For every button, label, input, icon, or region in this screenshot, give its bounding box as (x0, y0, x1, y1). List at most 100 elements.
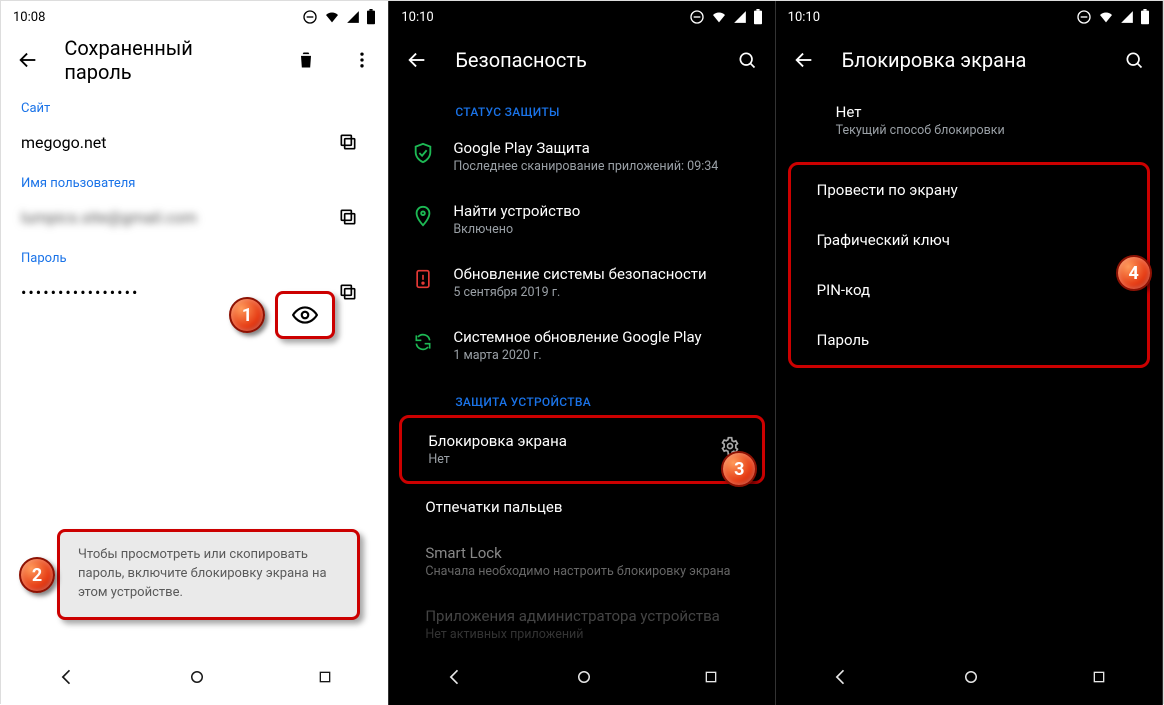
nav-home-button[interactable] (188, 668, 206, 690)
setting-title: Google Play Защита (453, 139, 718, 157)
setting-subtitle: Сначала необходимо настроить блокировку … (425, 564, 730, 579)
section-status-label: СТАТУС ЗАЩИТЫ (389, 87, 774, 125)
nav-back-button[interactable] (57, 667, 77, 691)
back-button[interactable] (9, 40, 46, 80)
eye-icon (292, 302, 318, 328)
navbar (389, 653, 774, 705)
setting-subtitle: Нет (428, 452, 567, 467)
battery-icon (753, 9, 763, 25)
page-title: Блокировка экрана (842, 48, 1027, 72)
wifi-icon (711, 9, 727, 25)
nav-back-button[interactable] (831, 667, 851, 691)
statusbar: 10:10 (776, 1, 1162, 33)
statusbar: 10:10 (389, 1, 774, 33)
wifi-icon (324, 9, 340, 25)
lock-option-pin[interactable]: PIN-код (791, 265, 1147, 315)
site-value[interactable]: megogo.net (21, 133, 107, 152)
lock-option-pattern[interactable]: Графический ключ (791, 215, 1147, 265)
dnd-icon (689, 9, 705, 25)
signal-icon (1120, 10, 1134, 24)
setting-subtitle: 1 марта 2020 г. (453, 348, 701, 363)
toast-message: Чтобы просмотреть или скопировать пароль… (57, 529, 360, 620)
content: СТАТУС ЗАЩИТЫ Google Play Защита Последне… (389, 87, 774, 705)
nav-home-button[interactable] (575, 668, 593, 690)
setting-title: Приложения администратора устройства (425, 607, 720, 625)
nav-back-button[interactable] (445, 667, 465, 691)
page-title: Сохраненный пароль (64, 36, 251, 84)
setting-google-play-protect[interactable]: Google Play Защита Последнее сканирование… (389, 125, 774, 188)
content: Нет Текущий способ блокировки Провести п… (776, 87, 1162, 653)
status-time: 10:10 (788, 10, 820, 25)
option-title: Провести по экрану (817, 181, 958, 199)
update-icon (413, 332, 433, 352)
search-icon (737, 50, 757, 70)
setting-title: Обновление системы безопасности (453, 265, 706, 283)
setting-subtitle: Последнее сканирование приложений: 09:34 (453, 159, 718, 174)
location-icon (412, 205, 434, 227)
signal-icon (733, 10, 747, 24)
annotation-marker-2: 2 (19, 557, 55, 593)
battery-icon (1140, 9, 1150, 25)
setting-title: Системное обновление Google Play (453, 328, 701, 346)
section-device-label: ЗАЩИТА УСТРОЙСТВА (389, 377, 774, 415)
appbar: Сохраненный пароль (1, 33, 388, 87)
site-label: Сайт (21, 101, 368, 116)
annotation-marker-1: 1 (229, 297, 265, 333)
nav-home-button[interactable] (962, 668, 980, 690)
nav-recent-button[interactable] (317, 669, 333, 689)
username-value[interactable]: lumpics.site@gmail.com (21, 208, 197, 227)
signal-icon (346, 10, 360, 24)
setting-subtitle: Нет активных приложений (425, 627, 720, 642)
overflow-menu-button[interactable] (343, 40, 380, 80)
page-title: Безопасность (455, 48, 587, 72)
appbar: Блокировка экрана (776, 33, 1162, 87)
navbar (1, 653, 388, 705)
back-button[interactable] (397, 40, 437, 80)
nav-recent-button[interactable] (703, 669, 719, 689)
setting-title: Отпечатки пальцев (425, 498, 562, 516)
password-value: •••••••••••••••• (21, 283, 139, 302)
statusbar: 10:08 (1, 1, 388, 33)
option-subtitle: Текущий способ блокировки (836, 123, 1140, 138)
dnd-icon (302, 9, 318, 25)
setting-find-device[interactable]: Найти устройство Включено (389, 188, 774, 251)
back-button[interactable] (784, 40, 824, 80)
nav-recent-button[interactable] (1091, 669, 1107, 689)
delete-button[interactable] (288, 40, 325, 80)
option-title: Нет (836, 103, 1140, 121)
appbar: Безопасность (389, 33, 774, 87)
lock-option-swipe[interactable]: Провести по экрану (791, 165, 1147, 215)
setting-title: Smart Lock (425, 544, 730, 562)
password-label: Пароль (21, 251, 368, 266)
dnd-icon (1076, 9, 1092, 25)
shield-check-icon (412, 142, 434, 164)
option-title: Пароль (817, 331, 870, 349)
search-button[interactable] (1114, 40, 1154, 80)
setting-title: Блокировка экрана (428, 432, 567, 450)
setting-subtitle: 5 сентября 2019 г. (453, 285, 706, 300)
username-label: Имя пользователя (21, 176, 368, 191)
setting-fingerprints[interactable]: Отпечатки пальцев (389, 484, 774, 530)
copy-username-button[interactable] (328, 197, 368, 237)
wifi-icon (1098, 9, 1114, 25)
phone-security-settings: 10:10 Безопасность СТАТУС ЗАЩИТЫ Google … (388, 1, 775, 705)
setting-smart-lock: Smart Lock Сначала необходимо настроить б… (389, 530, 774, 593)
battery-icon (366, 9, 376, 25)
setting-gp-system-update[interactable]: Системное обновление Google Play 1 марта … (389, 314, 774, 377)
setting-screen-lock[interactable]: Блокировка экрана Нет (402, 418, 761, 481)
lock-option-none[interactable]: Нет Текущий способ блокировки (776, 87, 1162, 154)
search-icon (1124, 50, 1144, 70)
status-time: 10:08 (13, 10, 45, 25)
highlight-lock-options: Провести по экрану Графический ключ PIN-… (788, 162, 1150, 368)
setting-title: Найти устройство (453, 202, 580, 220)
lock-option-password[interactable]: Пароль (791, 315, 1147, 365)
status-time: 10:10 (401, 10, 433, 25)
search-button[interactable] (727, 40, 767, 80)
annotation-marker-4: 4 (1116, 255, 1152, 291)
setting-subtitle: Включено (453, 222, 580, 237)
copy-site-button[interactable] (328, 122, 368, 162)
setting-security-update[interactable]: Обновление системы безопасности 5 сентябр… (389, 251, 774, 314)
setting-admin-apps[interactable]: Приложения администратора устройства Нет … (389, 593, 774, 656)
highlight-screen-lock: Блокировка экрана Нет (399, 415, 764, 484)
reveal-password-button[interactable] (275, 291, 335, 339)
